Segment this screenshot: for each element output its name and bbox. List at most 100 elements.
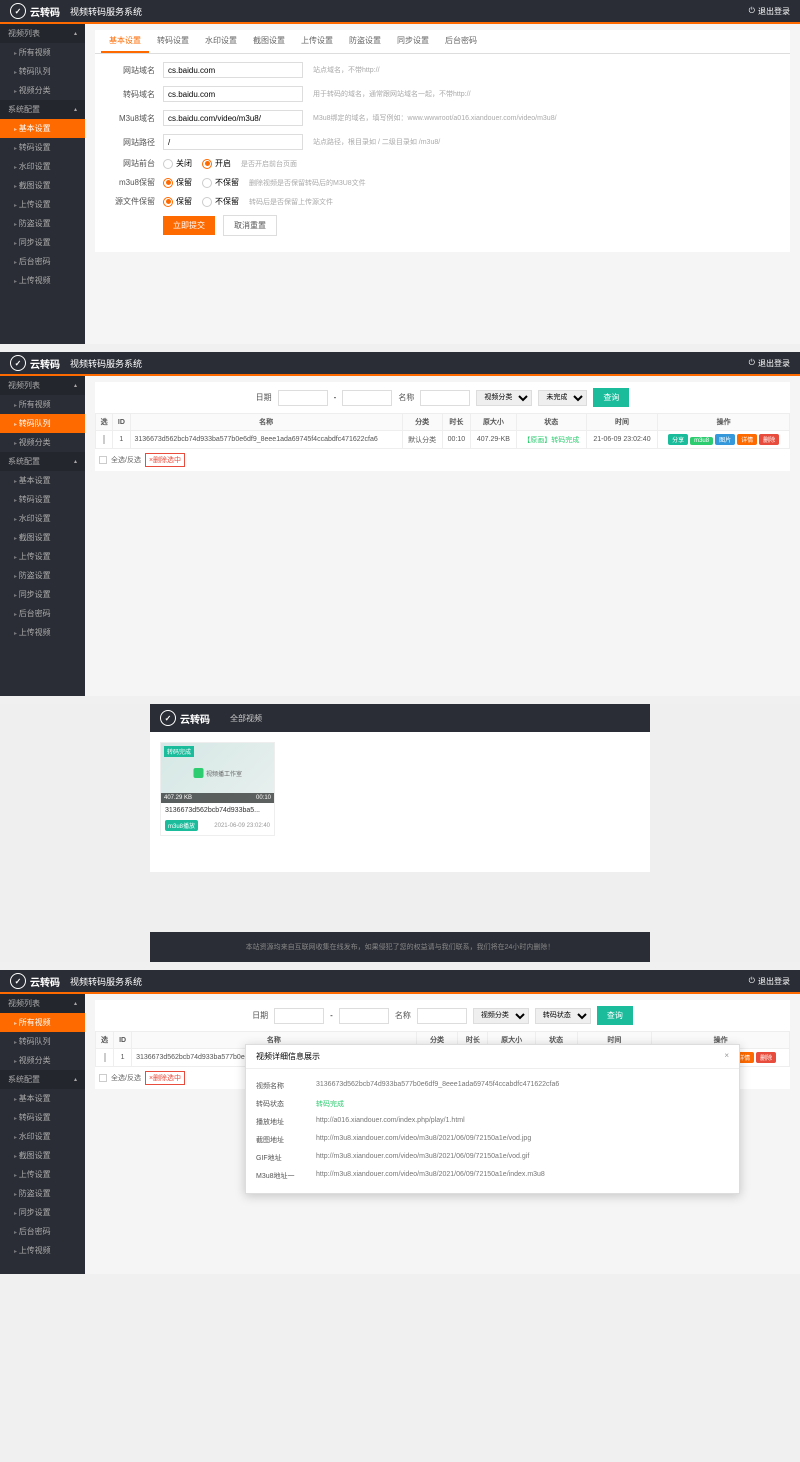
logout-button[interactable]: 退出登录 [749, 358, 790, 369]
query-status[interactable]: 转码状态 [535, 1008, 591, 1024]
sidebar-item-categories[interactable]: 视频分类 [0, 81, 85, 100]
op-delete[interactable]: 删除 [756, 1052, 776, 1063]
delete-selected-button[interactable]: ×删除选中 [145, 1071, 185, 1085]
query-date-from[interactable] [278, 390, 328, 406]
logout-button[interactable]: 退出登录 [749, 6, 790, 17]
sidebar-item-screenshot[interactable]: 截图设置 [0, 176, 85, 195]
video-card[interactable]: 转码完成 视频播工作室 407.29 KB 00:10 3136673d562b… [160, 742, 275, 836]
select-all-checkbox[interactable] [99, 1074, 107, 1082]
sidebar-group-config[interactable]: 系统配置 [0, 1070, 85, 1089]
sidebar-item-upload[interactable]: 上传设置 [0, 547, 85, 566]
meta-badge[interactable]: m3u8播放 [165, 820, 198, 831]
radio-frontend-on[interactable]: 开启 [202, 158, 231, 169]
query-name[interactable] [420, 390, 470, 406]
sidebar-group-videos[interactable]: 视频列表 [0, 24, 85, 43]
select-all-label[interactable]: 全选/反选 [111, 1073, 141, 1083]
query-category[interactable]: 视频分类 [476, 390, 532, 406]
op-img[interactable]: 图片 [715, 434, 735, 445]
delete-selected-button[interactable]: ×删除选中 [145, 453, 185, 467]
query-date-from[interactable] [274, 1008, 324, 1024]
sidebar-group-videos[interactable]: 视频列表 [0, 376, 85, 395]
sidebar-item-basic[interactable]: 基本设置 [0, 119, 85, 138]
sidebar-item-queue[interactable]: 转码队列 [0, 62, 85, 81]
sidebar-item-watermark[interactable]: 水印设置 [0, 157, 85, 176]
close-icon[interactable]: × [724, 1051, 729, 1062]
sidebar-group-config[interactable]: 系统配置 [0, 452, 85, 471]
sidebar-item-upload-video[interactable]: 上传视频 [0, 1241, 85, 1260]
tab-transcode[interactable]: 转码设置 [149, 30, 197, 53]
th-select: 选 [96, 414, 113, 431]
nav-all-videos[interactable]: 全部视频 [230, 713, 262, 724]
radio-source-nokeep[interactable]: 不保留 [202, 196, 239, 207]
radio-frontend-off[interactable]: 关闭 [163, 158, 192, 169]
sidebar-item-all-videos[interactable]: 所有视频 [0, 395, 85, 414]
cell-size: 407.29-KB [471, 431, 516, 449]
op-detail[interactable]: 详情 [737, 434, 757, 445]
input-site-domain[interactable] [163, 62, 303, 78]
sidebar-item-all-videos[interactable]: 所有视频 [0, 1013, 85, 1032]
tab-antitheft[interactable]: 防盗设置 [341, 30, 389, 53]
row-checkbox[interactable] [104, 1053, 106, 1062]
sidebar-item-antitheft[interactable]: 防盗设置 [0, 1184, 85, 1203]
sidebar-item-password[interactable]: 后台密码 [0, 252, 85, 271]
row-checkbox[interactable] [103, 435, 105, 444]
sidebar-item-sync[interactable]: 同步设置 [0, 233, 85, 252]
op-share[interactable]: 分享 [668, 434, 688, 445]
sidebar-item-upload[interactable]: 上传设置 [0, 1165, 85, 1184]
sidebar-item-upload[interactable]: 上传设置 [0, 195, 85, 214]
sidebar-item-transcode[interactable]: 转码设置 [0, 490, 85, 509]
sidebar-group-config[interactable]: 系统配置 [0, 100, 85, 119]
input-site-path[interactable] [163, 134, 303, 150]
search-button[interactable]: 查询 [593, 388, 629, 407]
sidebar-item-transcode[interactable]: 转码设置 [0, 1108, 85, 1127]
tab-sync[interactable]: 同步设置 [389, 30, 437, 53]
sidebar-item-upload-video[interactable]: 上传视频 [0, 623, 85, 642]
op-delete[interactable]: 删除 [759, 434, 779, 445]
select-all-label[interactable]: 全选/反选 [111, 455, 141, 465]
sidebar-item-queue[interactable]: 转码队列 [0, 414, 85, 433]
radio-m3u8-nokeep[interactable]: 不保留 [202, 177, 239, 188]
sidebar-item-antitheft[interactable]: 防盗设置 [0, 214, 85, 233]
sidebar-item-password[interactable]: 后台密码 [0, 604, 85, 623]
query-name[interactable] [417, 1008, 467, 1024]
radio-source-keep[interactable]: 保留 [163, 196, 192, 207]
table-footer: 全选/反选 ×删除选中 [95, 449, 790, 471]
sidebar-item-screenshot[interactable]: 截图设置 [0, 1146, 85, 1165]
submit-button[interactable]: 立即提交 [163, 216, 215, 235]
query-status-2[interactable]: 未完成 [538, 390, 587, 406]
sidebar-item-queue[interactable]: 转码队列 [0, 1032, 85, 1051]
input-transcode-domain[interactable] [163, 86, 303, 102]
tab-password[interactable]: 后台密码 [437, 30, 485, 53]
query-date-to[interactable] [339, 1008, 389, 1024]
sidebar-item-transcode[interactable]: 转码设置 [0, 138, 85, 157]
sidebar-item-all-videos[interactable]: 所有视频 [0, 43, 85, 62]
sidebar-item-categories[interactable]: 视频分类 [0, 433, 85, 452]
op-m3u8[interactable]: m3u8 [690, 437, 713, 445]
reset-button[interactable]: 取消重置 [223, 215, 277, 236]
tab-screenshot[interactable]: 截图设置 [245, 30, 293, 53]
sidebar-group-videos[interactable]: 视频列表 [0, 994, 85, 1013]
sidebar-item-upload-video[interactable]: 上传视频 [0, 271, 85, 290]
sidebar-item-basic[interactable]: 基本设置 [0, 471, 85, 490]
tab-basic[interactable]: 基本设置 [101, 30, 149, 53]
sidebar-item-sync[interactable]: 同步设置 [0, 585, 85, 604]
sidebar-item-sync[interactable]: 同步设置 [0, 1203, 85, 1222]
sidebar-item-antitheft[interactable]: 防盗设置 [0, 566, 85, 585]
sidebar-item-watermark[interactable]: 水印设置 [0, 509, 85, 528]
radio-m3u8-keep[interactable]: 保留 [163, 177, 192, 188]
tab-upload[interactable]: 上传设置 [293, 30, 341, 53]
select-all-checkbox[interactable] [99, 456, 107, 464]
input-m3u8-domain[interactable] [163, 110, 303, 126]
sidebar-item-screenshot[interactable]: 截图设置 [0, 528, 85, 547]
sidebar-item-password[interactable]: 后台密码 [0, 1222, 85, 1241]
header: ✓ 云转码 视频转码服务系统 退出登录 [0, 352, 800, 374]
sidebar-item-watermark[interactable]: 水印设置 [0, 1127, 85, 1146]
search-button[interactable]: 查询 [597, 1006, 633, 1025]
query-date-to[interactable] [342, 390, 392, 406]
query-category[interactable]: 视频分类 [473, 1008, 529, 1024]
logout-button[interactable]: 退出登录 [749, 976, 790, 987]
tab-watermark[interactable]: 水印设置 [197, 30, 245, 53]
sidebar-item-basic[interactable]: 基本设置 [0, 1089, 85, 1108]
sidebar-item-categories[interactable]: 视频分类 [0, 1051, 85, 1070]
th-dur: 时长 [442, 414, 471, 431]
